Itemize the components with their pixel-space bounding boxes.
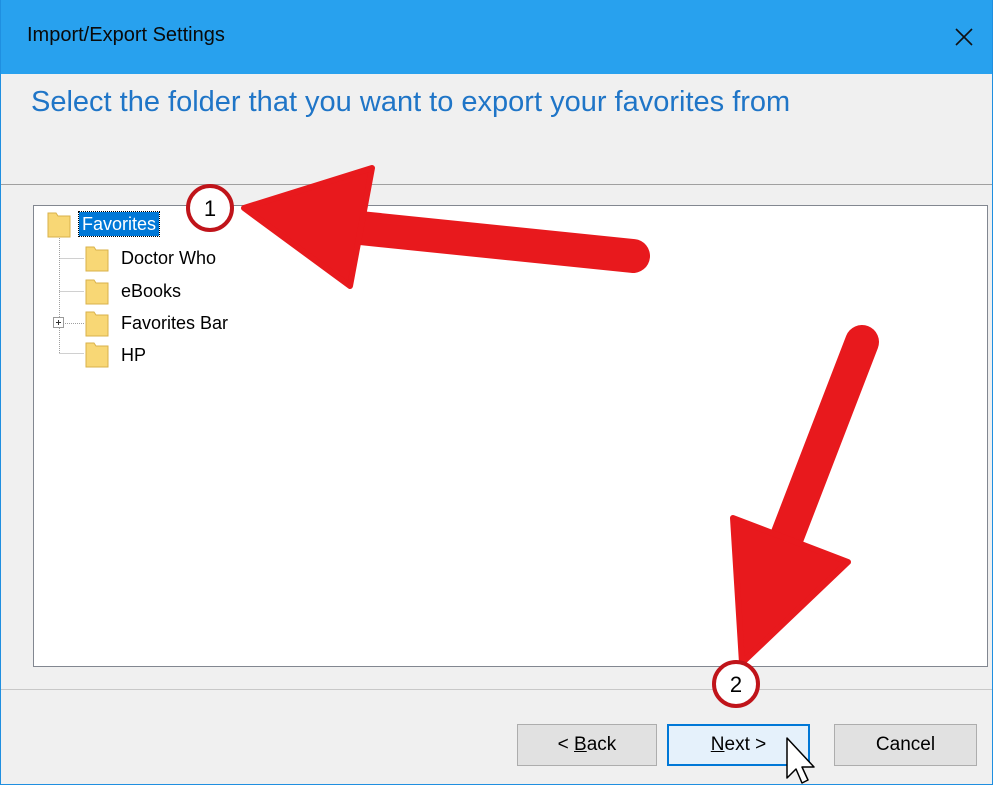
page-heading: Select the folder that you want to expor…	[31, 86, 791, 118]
next-button[interactable]: Next >	[667, 724, 810, 766]
next-accelerator: N	[710, 734, 725, 755]
import-export-dialog: Import/Export Settings Select the folder…	[0, 0, 993, 785]
tree-item-label: Favorites Bar	[121, 313, 229, 333]
folder-icon	[47, 212, 71, 238]
footer-divider	[1, 689, 992, 690]
folder-tree[interactable]: Favorites Doctor Who eBooks Favorites Ba…	[33, 205, 988, 667]
expand-button[interactable]	[53, 317, 64, 328]
tree-item-label: eBooks	[121, 281, 182, 301]
close-icon	[955, 28, 973, 46]
tree-item-label: HP	[121, 345, 147, 365]
cancel-button[interactable]: Cancel	[834, 724, 977, 766]
next-label: ext >	[724, 734, 767, 755]
back-prefix: <	[557, 734, 575, 755]
title-bar: Import/Export Settings	[1, 0, 992, 74]
tree-item-label: Favorites	[77, 211, 161, 237]
folder-icon	[85, 279, 109, 305]
close-button[interactable]	[936, 0, 992, 74]
tree-item-label: Doctor Who	[121, 248, 217, 268]
back-label: ack	[586, 734, 617, 755]
window-title: Import/Export Settings	[27, 24, 225, 46]
back-button[interactable]: < Back	[517, 724, 657, 766]
plus-icon	[56, 320, 61, 325]
back-accelerator: B	[574, 734, 587, 755]
folder-icon	[85, 342, 109, 368]
folder-icon	[85, 246, 109, 272]
folder-icon	[85, 311, 109, 337]
